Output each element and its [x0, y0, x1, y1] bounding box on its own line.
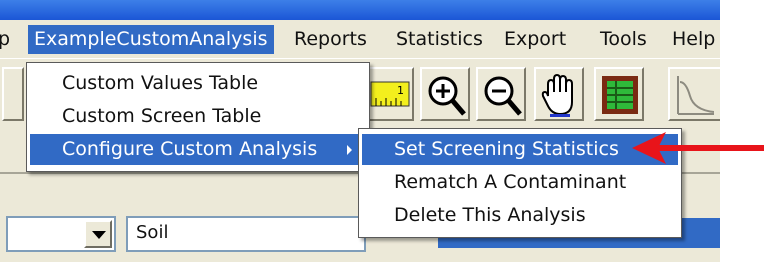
menu-reports[interactable]: Reports	[288, 25, 373, 54]
menu-item-custom-screen-table[interactable]: Custom Screen Table	[30, 101, 366, 132]
menu-item-configure-custom-analysis[interactable]: Configure Custom Analysis	[30, 134, 366, 165]
menu-item-delete-this-analysis[interactable]: Delete This Analysis	[362, 200, 678, 231]
menu-export[interactable]: Export	[498, 25, 572, 54]
menu-item-custom-values-table[interactable]: Custom Values Table	[30, 68, 366, 99]
menu-item-rematch-a-contaminant[interactable]: Rematch A Contaminant	[362, 167, 678, 198]
menu-help[interactable]: Help	[666, 25, 720, 54]
media-select-field[interactable]: Soil	[126, 216, 366, 252]
menu-previous-item[interactable]: p	[0, 25, 16, 54]
zoom-out-icon	[484, 76, 522, 116]
grid-table-icon	[602, 76, 638, 114]
pan-button[interactable]	[534, 67, 584, 121]
menu-item-label: Configure Custom Analysis	[62, 138, 318, 160]
curve-chart-icon	[677, 76, 714, 115]
zoom-out-button[interactable]	[476, 67, 526, 121]
grid-table-button[interactable]	[594, 67, 644, 121]
menu-item-set-screening-statistics[interactable]: Set Screening Statistics	[362, 134, 678, 165]
curve-chart-button[interactable]	[668, 67, 720, 121]
submenu-arrow-icon	[347, 145, 352, 155]
dropdown-button[interactable]	[84, 220, 112, 248]
menu-bar: p ExampleCustomAnalysis Reports Statisti…	[0, 20, 720, 58]
svg-text:1: 1	[397, 84, 404, 97]
toolbar-button-left[interactable]	[2, 67, 24, 121]
zoom-in-button[interactable]	[420, 67, 470, 121]
red-arrow-annotation	[632, 132, 764, 164]
zoom-in-icon	[428, 76, 466, 116]
ruler-button[interactable]: 1	[364, 67, 414, 121]
title-bar	[0, 0, 720, 20]
menu-statistics[interactable]: Statistics	[390, 25, 489, 54]
pan-hand-icon	[541, 74, 573, 117]
menu-tools[interactable]: Tools	[594, 25, 653, 54]
example-custom-analysis-menu: Custom Values Table Custom Screen Table …	[26, 62, 370, 172]
chevron-down-icon	[92, 231, 106, 239]
menu-example-custom-analysis[interactable]: ExampleCustomAnalysis	[28, 25, 274, 54]
dropdown-field[interactable]	[6, 216, 116, 252]
ruler-icon: 1	[370, 81, 410, 107]
